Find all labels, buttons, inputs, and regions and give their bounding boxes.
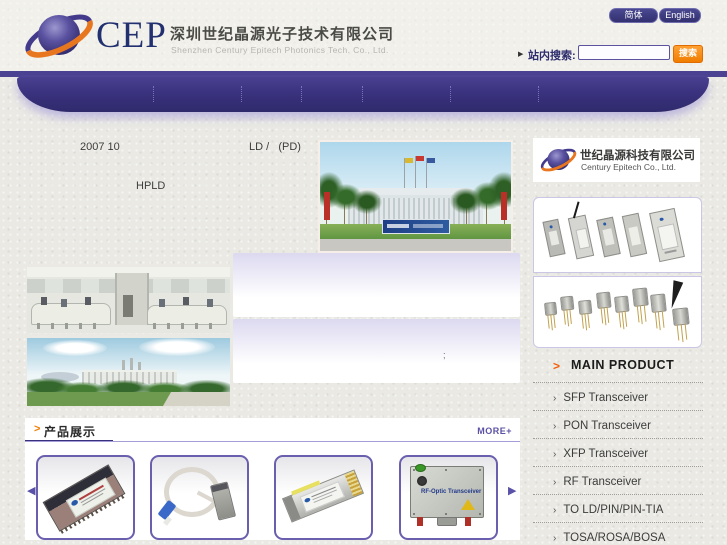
logo-cep-text: CEP (96, 15, 167, 56)
menu-item-to-ld-pin[interactable]: › TO LD/PIN/PIN-TIA (533, 494, 703, 522)
sidebar-to-can-photo (533, 276, 702, 348)
nav-separator (153, 86, 154, 102)
panel-note: ; (443, 350, 446, 360)
nav-separator (450, 86, 451, 102)
main-product-arrow-icon: > (553, 359, 561, 373)
sidebar-product-menu: › SFP Transceiver › PON Transceiver › XFP T… (533, 382, 703, 545)
lang-english-button[interactable]: English (659, 8, 701, 23)
main-navigation-bar[interactable] (17, 77, 709, 112)
menu-item-label: PON Transceiver (563, 420, 651, 432)
menu-item-label: XFP Transceiver (563, 448, 649, 460)
carousel-item-rf[interactable]: RF-Optic Transceiver (399, 455, 498, 540)
news-line1-date: 2007 10 (80, 141, 120, 153)
product-showcase-section: > 产品展示 MORE+ ◀ ▶ RF-Optic Transceiver (25, 418, 520, 540)
carousel-item-sfp[interactable] (36, 455, 135, 540)
section-divider (25, 441, 520, 442)
carousel-item-xfp[interactable] (274, 455, 373, 540)
news-panel-1 (233, 253, 520, 317)
news-panel-2: ; (233, 319, 520, 383)
more-link[interactable]: MORE+ (477, 426, 512, 436)
company-building-photo (318, 140, 513, 253)
menu-item-sfp-transceiver[interactable]: › SFP Transceiver (533, 382, 703, 410)
news-line2: HPLD (136, 180, 166, 192)
nav-separator (301, 86, 302, 102)
menu-bullet-icon: › (553, 505, 557, 516)
sidebar-company-logo[interactable]: 世纪晶源科技有限公司 Century Epitech Co., Ltd. (533, 138, 700, 182)
menu-item-xfp-transceiver[interactable]: › XFP Transceiver (533, 438, 703, 466)
menu-bullet-icon: › (553, 533, 557, 544)
carousel-prev-button[interactable]: ◀ (27, 484, 35, 497)
nav-separator (241, 86, 242, 102)
site-search-label: 站内搜索: (528, 50, 576, 62)
page: CEP 深圳世纪晶源光子技术有限公司 Shenzhen Century Epit… (0, 0, 727, 545)
sidebar-sfp-modules-photo (533, 197, 702, 273)
menu-item-tosa-rosa-bosa[interactable]: › TOSA/ROSA/BOSA (533, 522, 703, 545)
campus-aerial-photo (27, 338, 230, 406)
menu-bullet-icon: › (553, 449, 557, 460)
news-line1-topic: LD / (PD) (249, 141, 301, 153)
globe-logo-small-icon (540, 148, 577, 172)
sidebar-company-en: Century Epitech Co., Ltd. (581, 162, 676, 172)
carousel-item-patchcord[interactable] (150, 455, 249, 540)
lang-simplified-button[interactable]: 简体 (609, 8, 658, 23)
menu-item-label: RF Transceiver (563, 476, 642, 488)
search-button[interactable]: 搜索 (673, 45, 703, 63)
search-pointer-icon: ▶ (518, 51, 524, 58)
sidebar-company-cn: 世纪晶源科技有限公司 (580, 150, 695, 162)
menu-item-pon-transceiver[interactable]: › PON Transceiver (533, 410, 703, 438)
menu-bullet-icon: › (553, 477, 557, 488)
main-product-title: MAIN PRODUCT (571, 358, 675, 372)
menu-item-label: TO LD/PIN/PIN-TIA (563, 504, 664, 516)
menu-item-label: SFP Transceiver (563, 392, 649, 404)
menu-item-rf-transceiver[interactable]: › RF Transceiver (533, 466, 703, 494)
menu-bullet-icon: › (553, 393, 557, 404)
menu-bullet-icon: › (553, 421, 557, 432)
showcase-title: 产品展示 (44, 425, 97, 439)
cleanroom-lab-photo (27, 267, 230, 333)
company-name-en: Shenzhen Century Epitech Photonics Tech.… (171, 45, 389, 55)
nav-separator (362, 86, 363, 102)
globe-logo-icon (25, 14, 93, 58)
carousel-next-button[interactable]: ▶ (508, 484, 516, 497)
rf-box-label: RF-Optic Transceiver (421, 489, 482, 495)
company-logo[interactable] (22, 9, 98, 63)
menu-item-label: TOSA/ROSA/BOSA (563, 532, 666, 544)
company-name-cn: 深圳世纪晶源光子技术有限公司 (170, 26, 395, 43)
nav-separator (538, 86, 539, 102)
site-search-input[interactable] (578, 45, 670, 60)
showcase-title-arrow-icon: > (34, 423, 41, 435)
